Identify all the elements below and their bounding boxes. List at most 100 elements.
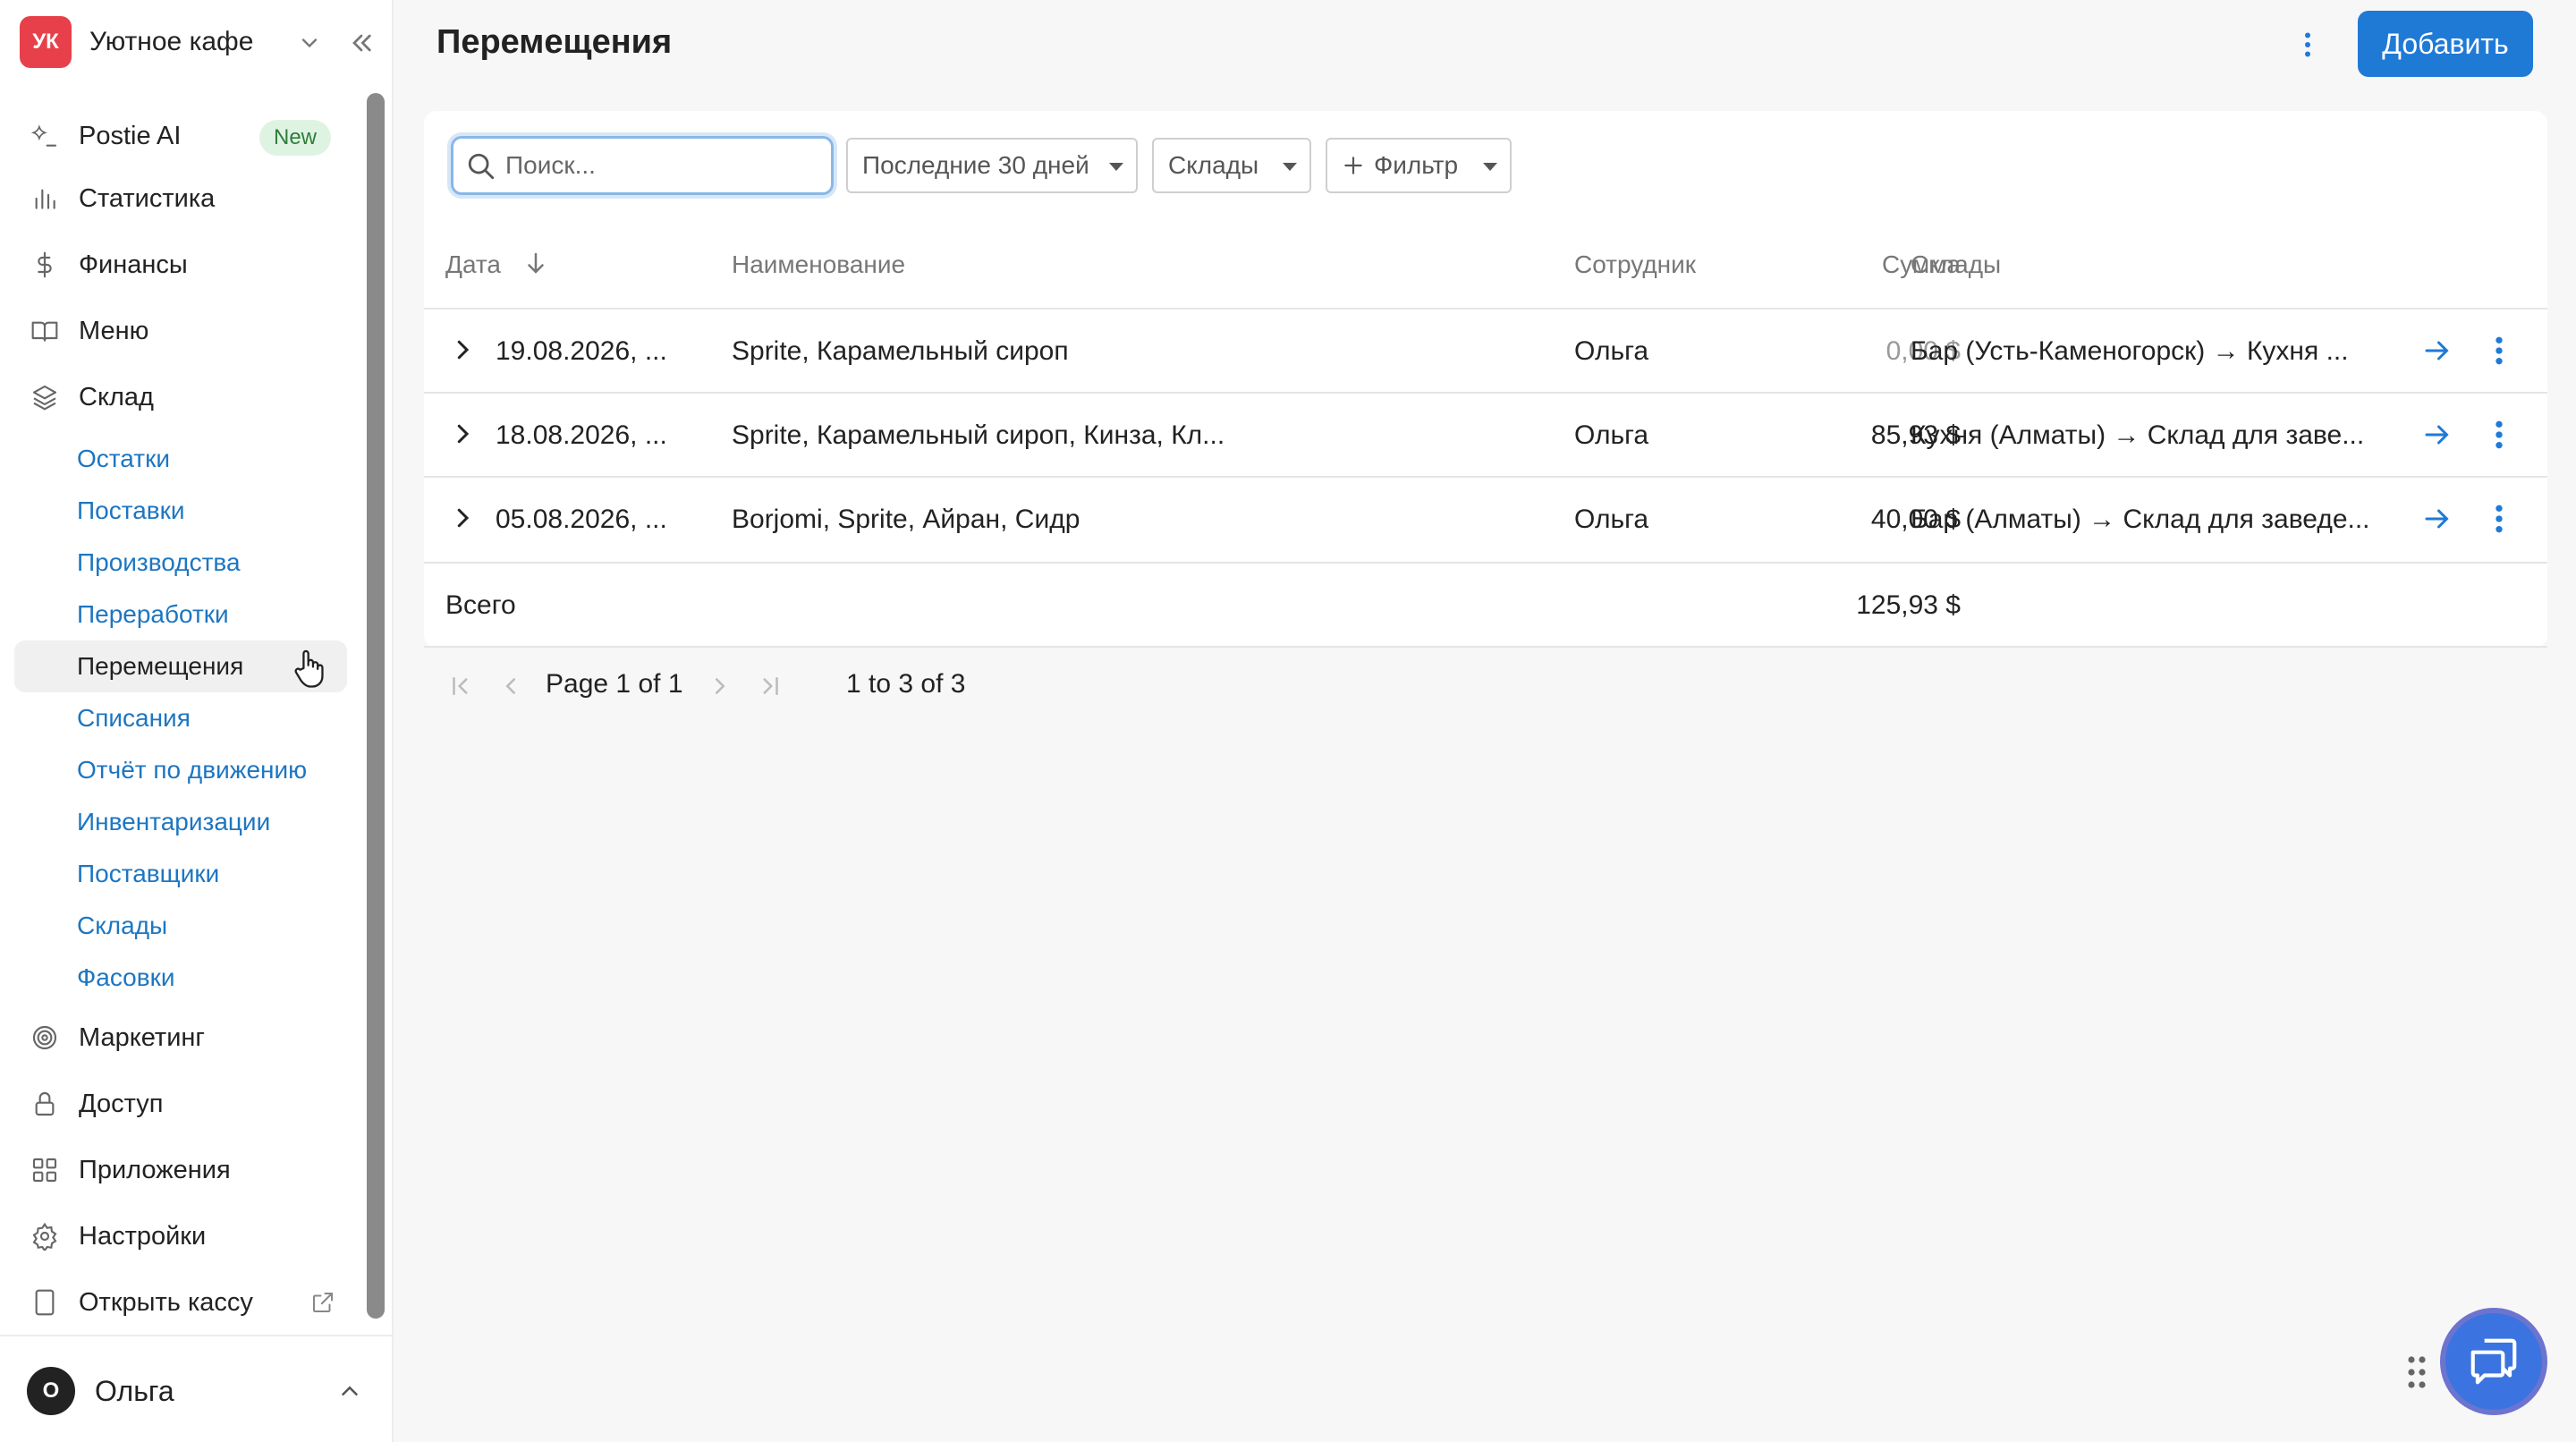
sidebar-item-marketing[interactable]: Маркетинг — [14, 1012, 349, 1064]
subnav-item-packaging[interactable]: Фасовки — [14, 952, 347, 1004]
subnav-item-suppliers[interactable]: Поставщики — [14, 848, 347, 900]
more-vertical-icon[interactable] — [2490, 501, 2508, 537]
table-row[interactable]: 19.08.2026, ... Sprite, Карамельный сиро… — [424, 310, 2547, 392]
subnav-item-movement-report[interactable]: Отчёт по движению — [14, 744, 347, 796]
target-icon — [30, 1023, 59, 1052]
row-route: Бар (Алматы) → Склад для заведе... — [1911, 505, 2370, 534]
sidebar-item-access[interactable]: Доступ — [14, 1078, 349, 1130]
previous-page-icon[interactable] — [497, 673, 524, 700]
sidebar-item-finance[interactable]: Финансы — [14, 239, 349, 291]
next-page-icon[interactable] — [707, 673, 733, 700]
page-indicator: Page 1 of 1 — [546, 669, 683, 700]
arrow-right-icon[interactable] — [2420, 419, 2454, 451]
sidebar-item-label: Склад — [79, 382, 154, 411]
drag-handle-icon[interactable] — [2406, 1354, 2428, 1390]
subnav-item-transfers[interactable]: Перемещения — [14, 640, 347, 692]
tablet-icon — [30, 1288, 59, 1317]
column-header-name[interactable]: Наименование — [732, 250, 905, 279]
page-total: 1 — [667, 669, 683, 699]
subnav-item-label: Перемещения — [77, 652, 244, 680]
chevron-up-icon[interactable] — [336, 1378, 363, 1404]
add-filter-button[interactable]: Фильтр — [1326, 138, 1512, 193]
sidebar-item-menu[interactable]: Меню — [14, 305, 349, 357]
chevron-right-icon[interactable] — [449, 420, 476, 447]
sidebar-item-label: Финансы — [79, 250, 188, 279]
more-vertical-icon[interactable] — [2292, 27, 2324, 63]
sidebar-item-warehouse[interactable]: Склад — [14, 371, 349, 423]
support-chat-button[interactable] — [2440, 1308, 2547, 1415]
more-vertical-icon[interactable] — [2490, 417, 2508, 453]
layers-icon — [30, 383, 59, 411]
search-input[interactable] — [505, 148, 818, 183]
sidebar-item-statistics[interactable]: Статистика — [14, 173, 349, 225]
subnav-item-inventories[interactable]: Инвентаризации — [14, 796, 347, 848]
warehouses-select[interactable]: Склады — [1152, 138, 1311, 193]
table-row[interactable]: 18.08.2026, ... Sprite, Карамельный сиро… — [424, 394, 2547, 476]
sidebar-scrollbar[interactable] — [367, 93, 385, 1319]
user-menu[interactable]: О Ольга — [27, 1365, 376, 1417]
sidebar-item-settings[interactable]: Настройки — [14, 1210, 349, 1262]
page-title: Перемещения — [436, 23, 673, 61]
workspace-avatar: УК — [20, 16, 72, 68]
range-text: 1 to 3 of 3 — [846, 669, 966, 699]
subnav-item-stock[interactable]: Остатки — [14, 433, 347, 485]
add-button[interactable]: Добавить — [2358, 11, 2533, 77]
new-badge: New — [259, 120, 332, 156]
book-icon — [30, 317, 59, 345]
chevron-right-icon[interactable] — [449, 336, 476, 363]
page-prefix: Page — [546, 669, 609, 699]
column-header-employee[interactable]: Сотрудник — [1574, 250, 1696, 279]
more-vertical-icon[interactable] — [2490, 333, 2508, 369]
sidebar-item-apps[interactable]: Приложения — [14, 1144, 349, 1196]
search-icon — [468, 153, 495, 180]
sidebar-item-label: Postie AI — [79, 121, 182, 150]
dollar-icon — [30, 250, 59, 279]
avatar: О — [27, 1367, 75, 1415]
user-name: Ольга — [95, 1374, 174, 1407]
arrow-right-icon[interactable] — [2420, 335, 2454, 367]
workspace-name: Уютное кафе — [89, 27, 254, 56]
sidebar-item-label: Приложения — [79, 1155, 231, 1184]
caret-down-icon — [1109, 163, 1123, 171]
caret-down-icon — [1283, 163, 1297, 171]
sidebar: УК Уютное кафе Postie AI New Статистика … — [0, 0, 394, 1442]
subnav-item-productions[interactable]: Производства — [14, 537, 347, 589]
page-of: of — [638, 669, 661, 699]
subnav-item-warehouses[interactable]: Склады — [14, 900, 347, 952]
row-route: Бар (Усть-Каменогорск) → Кухня ... — [1911, 336, 2349, 366]
row-name: Sprite, Карамельный сироп — [732, 336, 1069, 366]
row-employee: Ольга — [1574, 420, 1649, 450]
subnav-item-writeoffs[interactable]: Списания — [14, 692, 347, 744]
table-row[interactable]: 05.08.2026, ... Borjomi, Sprite, Айран, … — [424, 478, 2547, 560]
period-select[interactable]: Последние 30 дней — [846, 138, 1138, 193]
row-name: Borjomi, Sprite, Айран, Сидр — [732, 505, 1080, 534]
workspace-switcher[interactable]: УК Уютное кафе — [20, 16, 377, 68]
sparkle-icon — [30, 122, 59, 150]
subnav-item-supplies[interactable]: Поставки — [14, 485, 347, 537]
collapse-sidebar-icon[interactable] — [347, 29, 376, 57]
sidebar-item-postie-ai[interactable]: Postie AI New — [14, 110, 349, 162]
sidebar-item-open-register[interactable]: Открыть кассу — [14, 1277, 349, 1328]
last-page-icon[interactable] — [757, 673, 784, 700]
first-page-icon[interactable] — [447, 673, 474, 700]
sidebar-item-label: Доступ — [79, 1089, 164, 1118]
total-label: Всего — [445, 590, 516, 620]
lock-icon — [30, 1090, 59, 1118]
chevron-down-icon[interactable] — [297, 30, 322, 55]
transfers-card: Последние 30 дней Склады Фильтр Дата Наи… — [424, 111, 2547, 648]
caret-down-icon — [1483, 163, 1497, 171]
row-date: 05.08.2026, ... — [496, 505, 667, 534]
sort-desc-icon[interactable] — [522, 249, 549, 277]
search-box[interactable] — [451, 136, 834, 195]
row-name: Sprite, Карамельный сироп, Кинза, Кл... — [732, 420, 1225, 450]
arrow-right-icon[interactable] — [2420, 503, 2454, 535]
row-date: 19.08.2026, ... — [496, 336, 667, 366]
row-employee: Ольга — [1574, 336, 1649, 366]
chevron-right-icon[interactable] — [449, 505, 476, 531]
subnav-item-processing[interactable]: Переработки — [14, 589, 347, 640]
column-header-date[interactable]: Дата — [445, 250, 501, 279]
hand-cursor-icon — [294, 649, 324, 688]
gear-icon — [30, 1222, 59, 1252]
column-header-warehouses[interactable]: Склады — [1911, 250, 2001, 279]
row-route: Кухня (Алматы) → Склад для заве... — [1911, 420, 2365, 450]
